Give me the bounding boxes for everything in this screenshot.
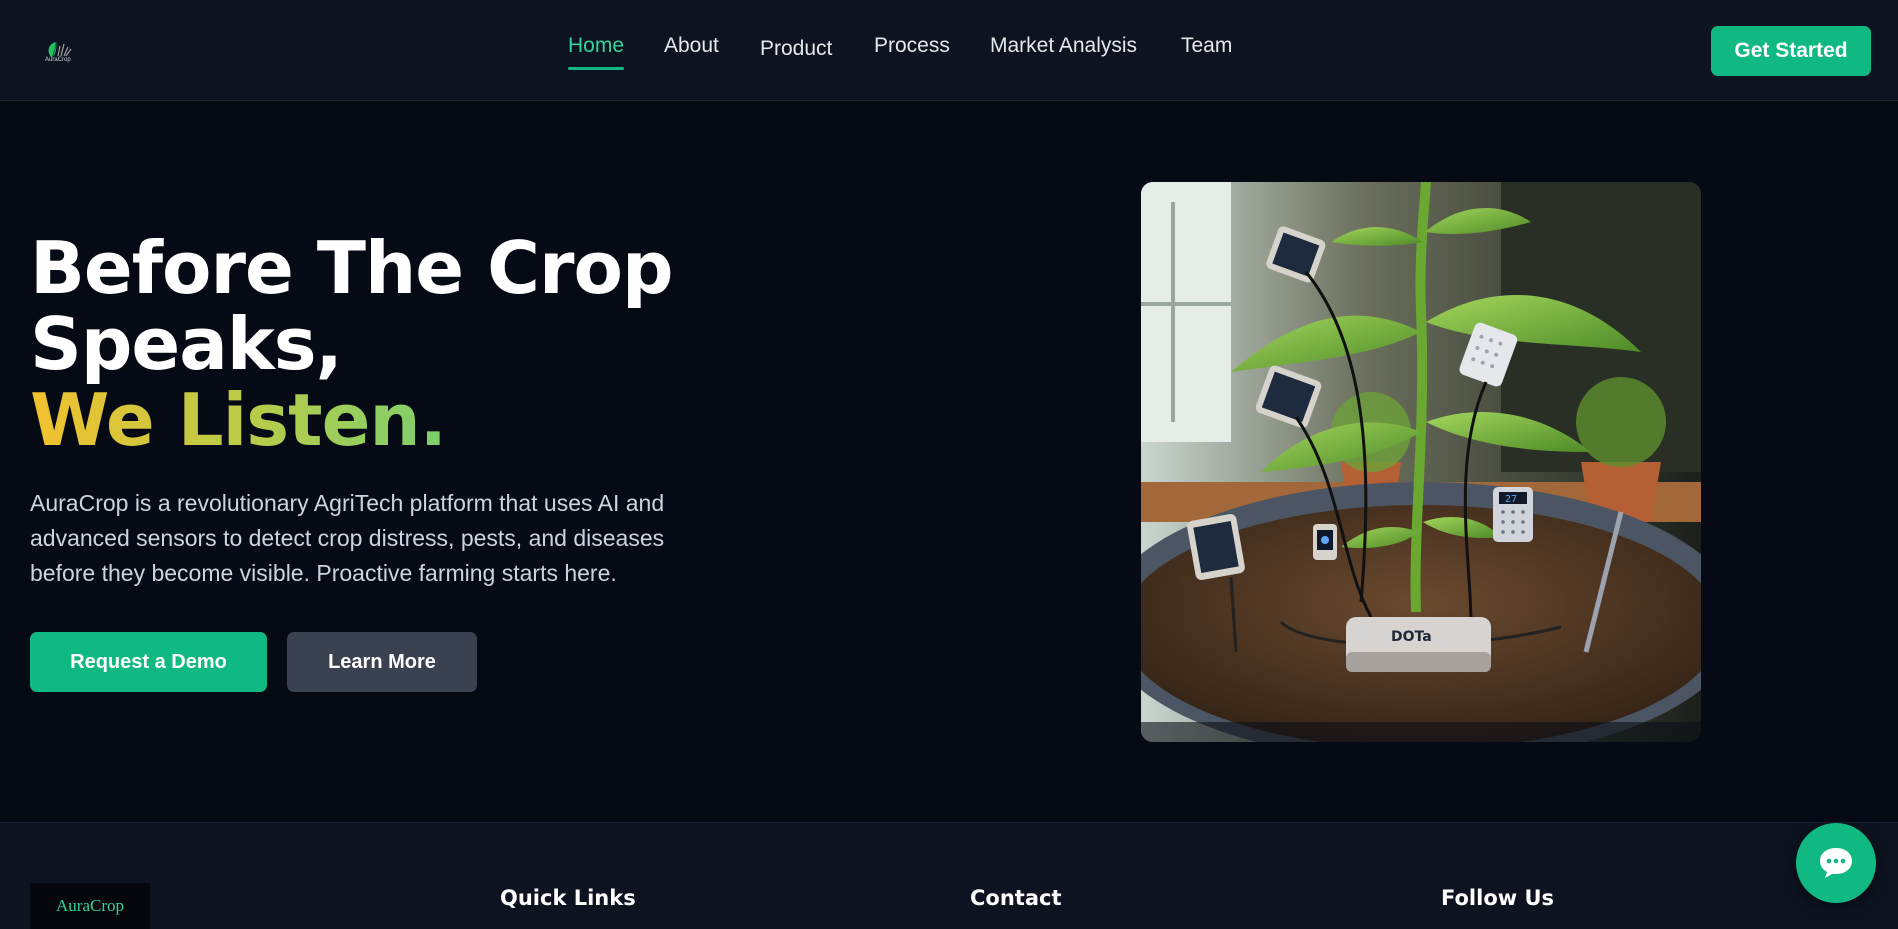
hero-title-highlight: We Listen. (30, 382, 673, 458)
hero-description: AuraCrop is a revolutionary AgriTech pla… (30, 490, 665, 586)
plant-with-sensors-illustration: 27 DOTa (1141, 182, 1701, 742)
site-footer (0, 822, 1898, 929)
footer-brand-logo[interactable]: AuraCrop (30, 883, 150, 929)
chat-button[interactable] (1796, 823, 1876, 903)
footer-heading-follow-us: Follow Us (1441, 886, 1555, 910)
hero-title-line-1: Before The Crop (30, 226, 674, 310)
small-light-sensor (1313, 524, 1337, 560)
footer-heading-contact: Contact (970, 886, 1062, 910)
svg-text:27: 27 (1505, 494, 1517, 505)
chat-bubble-icon (1820, 848, 1852, 878)
nav-team[interactable]: Team (1181, 34, 1232, 58)
grid-sensor-2: 27 (1493, 487, 1533, 542)
hero-plant-sensor-image: 27 DOTa (1141, 182, 1701, 742)
nav-process[interactable]: Process (874, 34, 950, 58)
site-header: AuraCrop Home About Product Process Mark… (0, 0, 1898, 101)
footer-heading-quick-links: Quick Links (500, 886, 636, 910)
active-nav-indicator (568, 67, 624, 70)
nav-product[interactable]: Product (760, 37, 832, 61)
hero-title: Before The Crop Speaks, We Listen. (30, 226, 674, 458)
nav-about[interactable]: About (664, 34, 719, 58)
svg-text:DOTa: DOTa (1391, 629, 1432, 645)
hero-title-line-2: Speaks, (30, 302, 343, 386)
get-started-button[interactable]: Get Started (1711, 26, 1871, 76)
learn-more-button[interactable]: Learn More (287, 632, 477, 692)
request-demo-button[interactable]: Request a Demo (30, 632, 267, 692)
nav-market-analysis[interactable]: Market Analysis (990, 34, 1137, 58)
nav-home[interactable]: Home (568, 34, 624, 58)
logo-text: AuraCrop (45, 57, 71, 63)
